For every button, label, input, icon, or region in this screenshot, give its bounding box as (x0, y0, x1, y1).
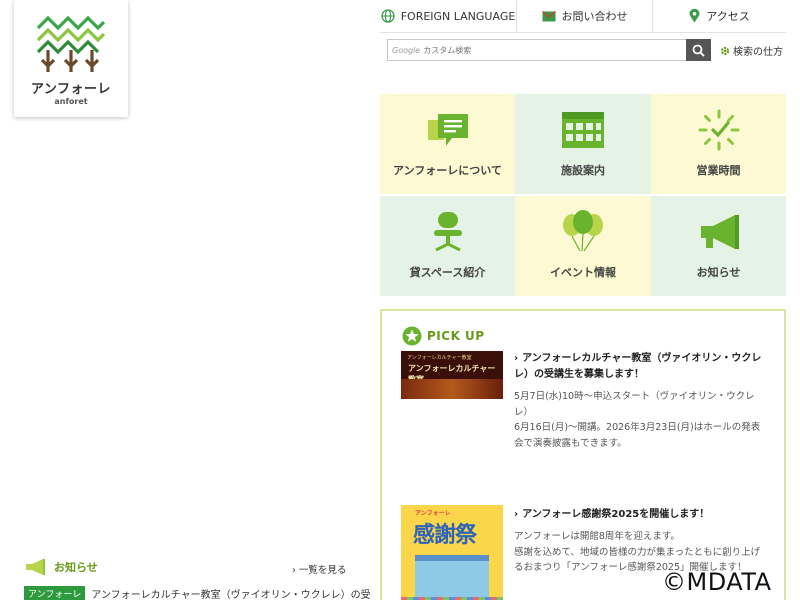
globe-icon (381, 9, 395, 23)
pickup-item-line: 6月16日(月)～開講。2026年3月23日(月)はホールの発表会で演奏披露もで… (514, 422, 761, 449)
main-menu-tiles: アンフォーレについて 施設案内 営業時間 貸スペース紹介 イベント情報 お知らせ (380, 94, 786, 296)
site-logo[interactable]: アンフォーレ anforet (14, 0, 128, 117)
tile-facilities-label: 施設案内 (561, 164, 605, 177)
copyright-watermark: ©MDATA (662, 568, 772, 596)
search-bar: Google 検索の仕方 (380, 33, 786, 67)
map-pin-icon (689, 9, 700, 23)
contact-label: お問い合わせ (561, 10, 628, 23)
search-field[interactable]: Google (387, 39, 687, 61)
balloons-icon (560, 209, 606, 255)
logo-name: アンフォーレ (30, 82, 112, 97)
chair-icon (425, 209, 471, 255)
foreign-language-label: FOREIGN LANGUAGE (400, 9, 516, 23)
pickup-item-body: 5月7日(水)10時～申込スタート（ヴァイオリン・ウクレレ） 6月16日(月)～… (514, 389, 764, 451)
thumbnail-big-text: 感謝祭 (413, 523, 477, 548)
search-button[interactable] (686, 39, 711, 61)
tile-hours[interactable]: 営業時間 (651, 94, 786, 194)
news-header: お知らせ (24, 558, 98, 576)
clock-icon (696, 107, 742, 153)
logo-subtitle: anforet (54, 97, 88, 106)
star-badge-icon (402, 326, 422, 346)
search-icon (692, 44, 705, 57)
tile-rental-space-label: 貸スペース紹介 (409, 266, 486, 279)
tile-rental-space[interactable]: 貸スペース紹介 (380, 196, 515, 296)
news-list-item[interactable]: アンフォーレ アンフォーレカルチャー教室（ヴァイオリン・ウクレレ）の受 (24, 586, 371, 600)
foreign-language-link[interactable]: FOREIGN LANGUAGE (380, 0, 516, 32)
tile-events-label: イベント情報 (550, 266, 616, 279)
pickup-item: アンフォーレカルチャー教室（ヴァイオリン・ウクレレ）の受講生を募集します！ 5月… (514, 351, 764, 451)
pickup-title: PICK UP (427, 329, 485, 343)
megaphone-icon (26, 559, 45, 575)
pickup-item-link[interactable]: アンフォーレカルチャー教室（ヴァイオリン・ウクレレ）の受講生を募集します！ (514, 351, 764, 383)
google-label: Google (392, 45, 421, 55)
building-icon (560, 107, 606, 153)
utility-nav: FOREIGN LANGUAGE お問い合わせ アクセス (380, 0, 786, 33)
envelope-icon (541, 10, 556, 21)
search-input[interactable] (423, 45, 664, 55)
gear-icon (720, 46, 730, 55)
contact-link[interactable]: お問い合わせ (516, 0, 652, 32)
news-more-link[interactable]: › 一覧を見る (292, 562, 346, 576)
pickup-item-line: 5月7日(水)10時～申込スタート（ヴァイオリン・ウクレレ） (514, 391, 755, 418)
news-category-badge: アンフォーレ (24, 586, 86, 600)
pickup-item-link[interactable]: アンフォーレ感謝祭2025を開催します！ (514, 507, 764, 523)
news-more-label: 一覧を見る (298, 565, 347, 576)
pickup-thumbnail-culture[interactable]: アンフォーレカルチャー教室 アンフォーレカルチャー教室 (401, 351, 503, 399)
megaphone-icon (696, 209, 742, 255)
thumbnail-small-text: アンフォーレ (415, 510, 451, 517)
search-help-link[interactable]: 検索の仕方 (720, 43, 783, 58)
pickup-item: アンフォーレ感謝祭2025を開催します！ アンフォーレは開館8周年を迎えます。 … (514, 507, 764, 576)
pickup-item-line: アンフォーレは開館8周年を迎えます。 (514, 531, 680, 542)
access-link[interactable]: アクセス (652, 0, 786, 32)
pickup-section: PICK UP アンフォーレカルチャー教室 アンフォーレカルチャー教室 アンフォ… (380, 309, 786, 600)
pickup-header: PICK UP (402, 326, 485, 346)
tile-news-label: お知らせ (696, 266, 741, 279)
tile-events[interactable]: イベント情報 (515, 196, 651, 296)
pickup-thumbnail-festival[interactable]: アンフォーレ 感謝祭 (401, 505, 503, 600)
tile-about-label: アンフォーレについて (393, 164, 502, 177)
tile-about[interactable]: アンフォーレについて (380, 94, 515, 194)
thumbnail-building-illustration (415, 555, 489, 597)
tile-hours-label: 営業時間 (696, 164, 741, 177)
thumbnail-small-text: アンフォーレカルチャー教室 (407, 355, 472, 361)
tile-facilities[interactable]: 施設案内 (515, 94, 651, 194)
tree-logo-icon (36, 15, 106, 72)
news-item-title: アンフォーレカルチャー教室（ヴァイオリン・ウクレレ）の受 (91, 590, 371, 600)
search-help-label: 検索の仕方 (733, 47, 783, 58)
news-title: お知らせ (54, 561, 98, 574)
chevron-right-icon: › (292, 565, 299, 576)
speech-document-icon (425, 107, 471, 153)
thumbnail-decoration (401, 379, 503, 399)
tile-news[interactable]: お知らせ (651, 196, 786, 296)
access-label: アクセス (706, 10, 750, 23)
